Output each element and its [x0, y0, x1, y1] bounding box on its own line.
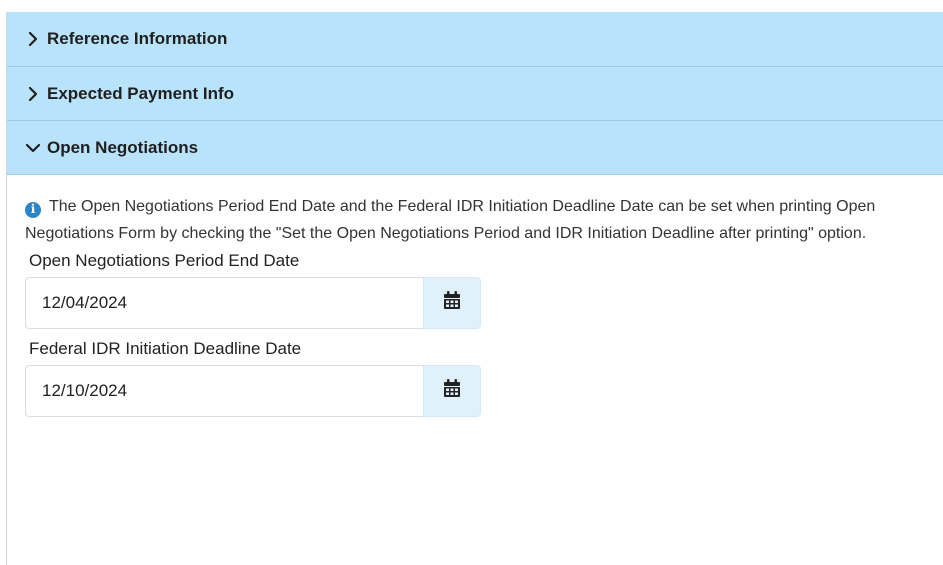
federal-idr-deadline-calendar-button[interactable]	[423, 365, 481, 417]
open-negotiations-content: i The Open Negotiations Period End Date a…	[7, 175, 943, 417]
claim-details-panel: Reference Information Expected Payment I…	[6, 12, 943, 565]
accordion-header-reference-information[interactable]: Reference Information	[7, 12, 943, 67]
accordion-title: Open Negotiations	[47, 137, 199, 157]
chevron-down-icon	[25, 140, 41, 156]
calendar-icon	[443, 379, 461, 403]
info-message: i The Open Negotiations Period End Date a…	[25, 193, 930, 247]
info-circle-icon: i	[25, 201, 41, 218]
federal-idr-deadline-label: Federal IDR Initiation Deadline Date	[29, 339, 302, 358]
federal-idr-deadline-group	[25, 365, 481, 417]
accordion-title: Reference Information	[47, 29, 228, 48]
accordion-header-expected-payment-info[interactable]: Expected Payment Info	[7, 67, 943, 121]
calendar-icon	[443, 291, 461, 315]
accordion-title: Expected Payment Info	[47, 83, 235, 103]
chevron-right-icon	[25, 86, 41, 102]
open-negotiations-end-date-group	[25, 277, 481, 329]
open-negotiations-end-date-label: Open Negotiations Period End Date	[29, 251, 300, 270]
open-negotiations-end-date-input[interactable]	[25, 277, 423, 329]
info-message-text: The Open Negotiations Period End Date an…	[25, 198, 876, 242]
accordion-header-open-negotiations[interactable]: Open Negotiations	[7, 121, 943, 175]
open-negotiations-end-date-calendar-button[interactable]	[423, 277, 481, 329]
federal-idr-deadline-input[interactable]	[25, 365, 423, 417]
chevron-right-icon	[25, 31, 41, 47]
